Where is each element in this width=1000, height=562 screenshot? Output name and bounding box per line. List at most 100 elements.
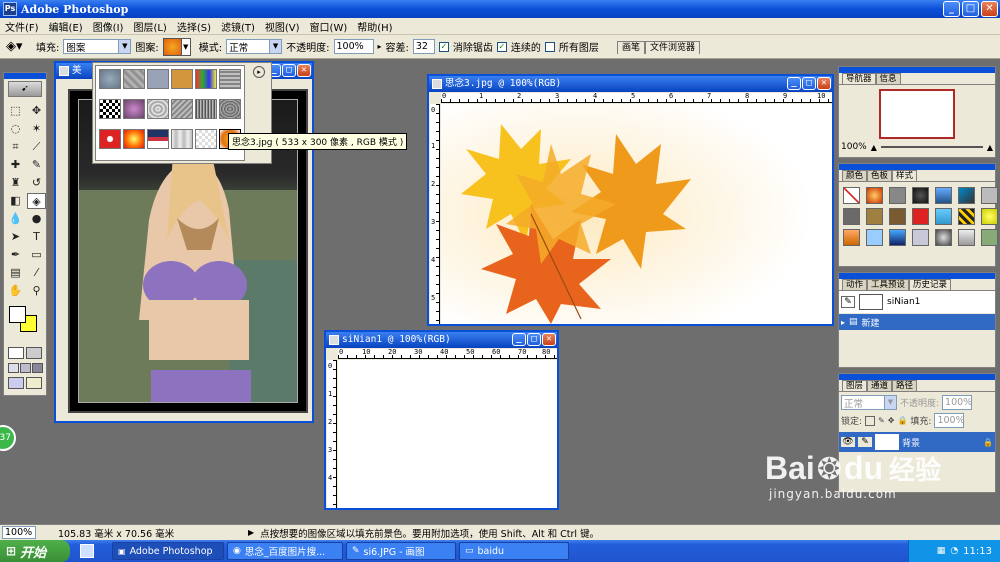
quick-launch-icon[interactable] (80, 544, 94, 558)
panel-caption[interactable] (839, 164, 995, 170)
tab-history[interactable]: 历史记录 (909, 279, 952, 290)
navigator-preview[interactable] (879, 89, 955, 139)
vertical-ruler[interactable]: 0 1 2 3 4 5 (430, 104, 440, 324)
zoom-in-icon[interactable]: ▲ (987, 143, 993, 152)
pattern-swatch[interactable] (147, 129, 169, 149)
path-selection-tool-icon[interactable]: ➤ (6, 229, 25, 245)
eyedropper-tool-icon[interactable]: ⁄ (27, 265, 46, 281)
style-swatch[interactable] (843, 208, 860, 225)
lock-pixels-icon[interactable]: ✎ (878, 416, 885, 425)
style-swatch[interactable] (912, 208, 929, 225)
pattern-swatch[interactable] (171, 129, 193, 149)
start-button[interactable]: ⊞ 开始 (0, 540, 70, 562)
tab-styles[interactable]: 样式 (892, 170, 918, 181)
task-folder[interactable]: ▭ baidu (459, 542, 569, 560)
type-tool-icon[interactable]: T (27, 229, 46, 245)
tab-paths[interactable]: 路径 (892, 380, 918, 391)
tray-volume-icon[interactable]: ◔ (950, 546, 958, 556)
history-state-row[interactable]: ▸ ▤ 新建 (839, 314, 995, 330)
screen-mode-full-icon[interactable] (32, 363, 43, 373)
doc-minimize-button[interactable]: _ (787, 77, 801, 90)
fill-select[interactable]: 图案 ▼ (63, 39, 132, 54)
style-swatch[interactable] (889, 229, 906, 246)
jump-to-imageready-icon[interactable] (8, 377, 24, 389)
pattern-swatch[interactable] (219, 69, 241, 89)
tab-brushes[interactable]: 画笔 (616, 41, 645, 54)
adobe-logo-icon[interactable]: ➹ (8, 81, 42, 97)
quick-mask-mode-icon[interactable] (26, 347, 42, 359)
style-swatch[interactable] (912, 229, 929, 246)
style-swatch[interactable] (889, 208, 906, 225)
standard-mode-icon[interactable] (8, 347, 24, 359)
pattern-swatch[interactable] (99, 129, 121, 149)
status-zoom-input[interactable]: 100% (2, 526, 36, 539)
pattern-swatch[interactable] (99, 99, 121, 119)
pattern-swatch[interactable] (123, 99, 145, 119)
hand-tool-icon[interactable]: ✋ (6, 283, 25, 299)
doc-maximize-button[interactable]: □ (282, 64, 296, 77)
dodge-tool-icon[interactable]: ● (27, 211, 46, 227)
document-window-sinian1[interactable]: siNian1 @ 100%(RGB) _ □ ✕ 0 10 20 30 40 … (324, 330, 559, 510)
document-dimensions[interactable]: 105.83 毫米 x 70.56 毫米 (58, 526, 208, 540)
menu-filter[interactable]: 滤镜(T) (216, 19, 260, 34)
mode-select[interactable]: 正常 ▼ (226, 39, 283, 54)
marquee-tool-icon[interactable]: ⬚ (6, 103, 25, 119)
tab-color[interactable]: 颜色 (842, 170, 868, 181)
tray-network-icon[interactable]: ▦ (937, 546, 946, 556)
zoom-tool-icon[interactable]: ⚲ (27, 283, 46, 299)
task-photoshop[interactable]: ▣ Adobe Photoshop (112, 542, 224, 560)
style-swatch[interactable] (866, 208, 883, 225)
doc-minimize-button[interactable]: _ (512, 333, 526, 346)
horizontal-ruler[interactable]: 0 10 20 30 40 50 60 70 80 (338, 348, 557, 359)
style-swatch[interactable] (981, 208, 998, 225)
menu-select[interactable]: 选择(S) (172, 19, 216, 34)
horizontal-ruler[interactable]: 0 1 2 3 4 5 6 7 8 9 10 (441, 92, 832, 103)
tab-navigator[interactable]: 导航器 (842, 73, 876, 84)
all-layers-checkbox[interactable] (544, 41, 555, 52)
pattern-swatch[interactable] (171, 99, 193, 119)
style-swatch[interactable] (958, 208, 975, 225)
zoom-out-icon[interactable]: ▲ (871, 143, 877, 152)
task-browser[interactable]: ◉ 思念_百度图片搜... (227, 542, 343, 560)
eraser-tool-icon[interactable]: ◧ (6, 193, 25, 209)
style-swatch[interactable] (866, 187, 883, 204)
pattern-swatch[interactable] (123, 69, 145, 89)
shape-tool-icon[interactable]: ▭ (27, 247, 46, 263)
panel-caption[interactable] (839, 67, 995, 73)
lock-transparency-icon[interactable] (865, 415, 876, 426)
tab-file-browser[interactable]: 文件浏览器 (644, 41, 700, 54)
doc-close-button[interactable]: ✕ (542, 333, 556, 346)
pattern-swatch[interactable] (195, 129, 217, 149)
maximize-button[interactable]: □ (962, 1, 979, 17)
blend-mode-select[interactable]: 正常 ▼ (841, 395, 897, 410)
navigator-zoom-slider[interactable] (880, 146, 983, 148)
clock[interactable]: 11:13 (963, 546, 992, 557)
style-swatch[interactable] (912, 187, 929, 204)
clone-stamp-tool-icon[interactable]: ♜ (6, 175, 25, 191)
opacity-slider-arrow[interactable]: ▸ (378, 42, 382, 51)
menu-view[interactable]: 视图(V) (260, 19, 305, 34)
menu-edit[interactable]: 编辑(E) (44, 19, 88, 34)
menu-image[interactable]: 图像(I) (88, 19, 129, 34)
menu-help[interactable]: 帮助(H) (352, 19, 397, 34)
doc-maximize-button[interactable]: □ (527, 333, 541, 346)
style-swatch[interactable] (866, 229, 883, 246)
style-swatch[interactable] (935, 208, 952, 225)
style-swatch[interactable] (981, 229, 998, 246)
screen-mode-standard-icon[interactable] (8, 363, 19, 373)
tab-layers[interactable]: 图层 (842, 380, 868, 391)
blur-tool-icon[interactable]: 💧 (6, 211, 25, 227)
layer-row-background[interactable]: 👁 ✎ 背景 🔒 (839, 432, 995, 452)
pattern-swatch[interactable] (195, 69, 217, 89)
pattern-swatch[interactable] (99, 69, 121, 89)
tab-actions[interactable]: 动作 (842, 279, 868, 290)
minimize-button[interactable]: _ (943, 1, 960, 17)
style-swatch[interactable] (958, 229, 975, 246)
pattern-swatch[interactable] (219, 99, 241, 119)
screen-mode-full-menu-icon[interactable] (20, 363, 31, 373)
menu-layer[interactable]: 图层(L) (128, 19, 171, 34)
magic-wand-tool-icon[interactable]: ✶ (27, 121, 46, 137)
panel-caption[interactable] (839, 273, 995, 279)
layer-fill-input[interactable]: 100% (934, 413, 965, 428)
panel-caption[interactable] (839, 374, 995, 380)
